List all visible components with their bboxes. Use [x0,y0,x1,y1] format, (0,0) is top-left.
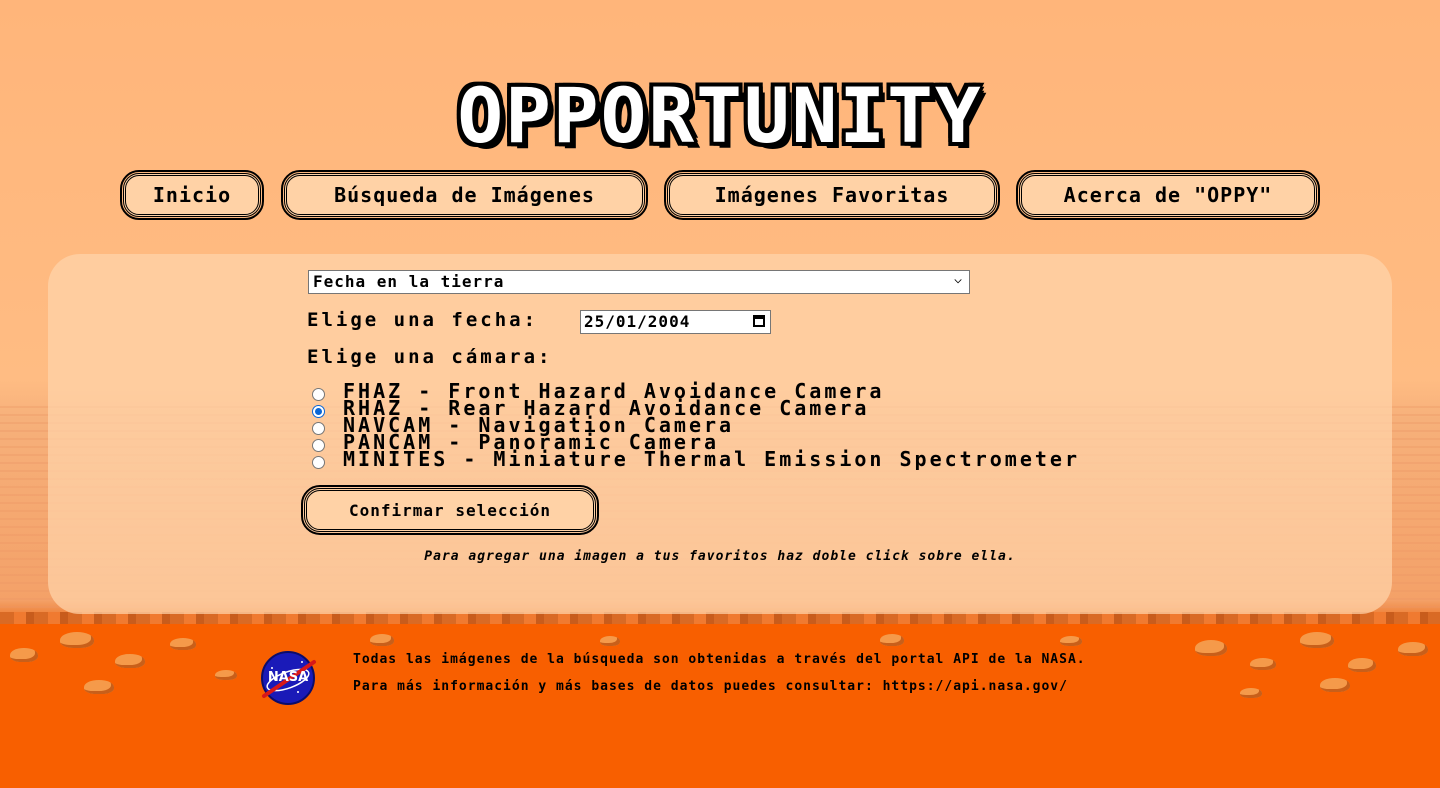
rock [1348,658,1376,672]
rock [1320,678,1350,692]
rock [10,648,38,662]
nasa-logo-icon: NASA [261,651,316,705]
rock [1398,642,1428,656]
rock [1195,640,1227,656]
nav-acerca-button[interactable]: Acerca de "OPPY" [1016,170,1320,220]
rock [1300,632,1334,648]
page-title: OPPORTUNITY [457,71,983,160]
footer-line-2: Para más información y más bases de dato… [353,679,1068,694]
rock [1250,658,1276,670]
camera-option-minites[interactable]: MINITES - Miniature Thermal Emission Spe… [312,447,1081,471]
nav-favoritas-button[interactable]: Imágenes Favoritas [664,170,1000,220]
favorites-hint: Para agregar una imagen a tus favoritos … [424,549,1016,564]
camera-label: Elige una cámara: [307,346,553,368]
date-input-value: 25/01/2004 [584,312,691,331]
rock [370,634,394,646]
calendar-icon[interactable] [753,315,765,327]
date-label: Elige una fecha: [307,309,539,331]
nav-inicio-button[interactable]: Inicio [120,170,264,220]
camera-radio-minites[interactable] [312,456,325,469]
rock [170,638,196,650]
rock [600,636,620,646]
rock [1060,636,1082,646]
nasa-logo-text: NASA [268,670,308,685]
date-input[interactable]: 25/01/2004 [580,310,771,334]
rock [84,680,114,694]
chevron-down-icon: ⌵ [954,272,963,287]
confirm-selection-button[interactable]: Confirmar selección [301,485,599,535]
rock [1240,688,1262,698]
date-mode-select[interactable]: Fecha en la tierra ⌵ [308,270,970,294]
nav-busqueda-button[interactable]: Búsqueda de Imágenes [281,170,648,220]
rock [60,632,94,648]
mars-ground [0,612,1440,788]
date-mode-selected-value: Fecha en la tierra [313,272,505,291]
rock [115,654,145,668]
camera-option-label: MINITES - Miniature Thermal Emission Spe… [343,447,1081,471]
rock [880,634,904,646]
rock [215,670,237,680]
footer-line-1: Todas las imágenes de la búsqueda son ob… [353,652,1086,667]
